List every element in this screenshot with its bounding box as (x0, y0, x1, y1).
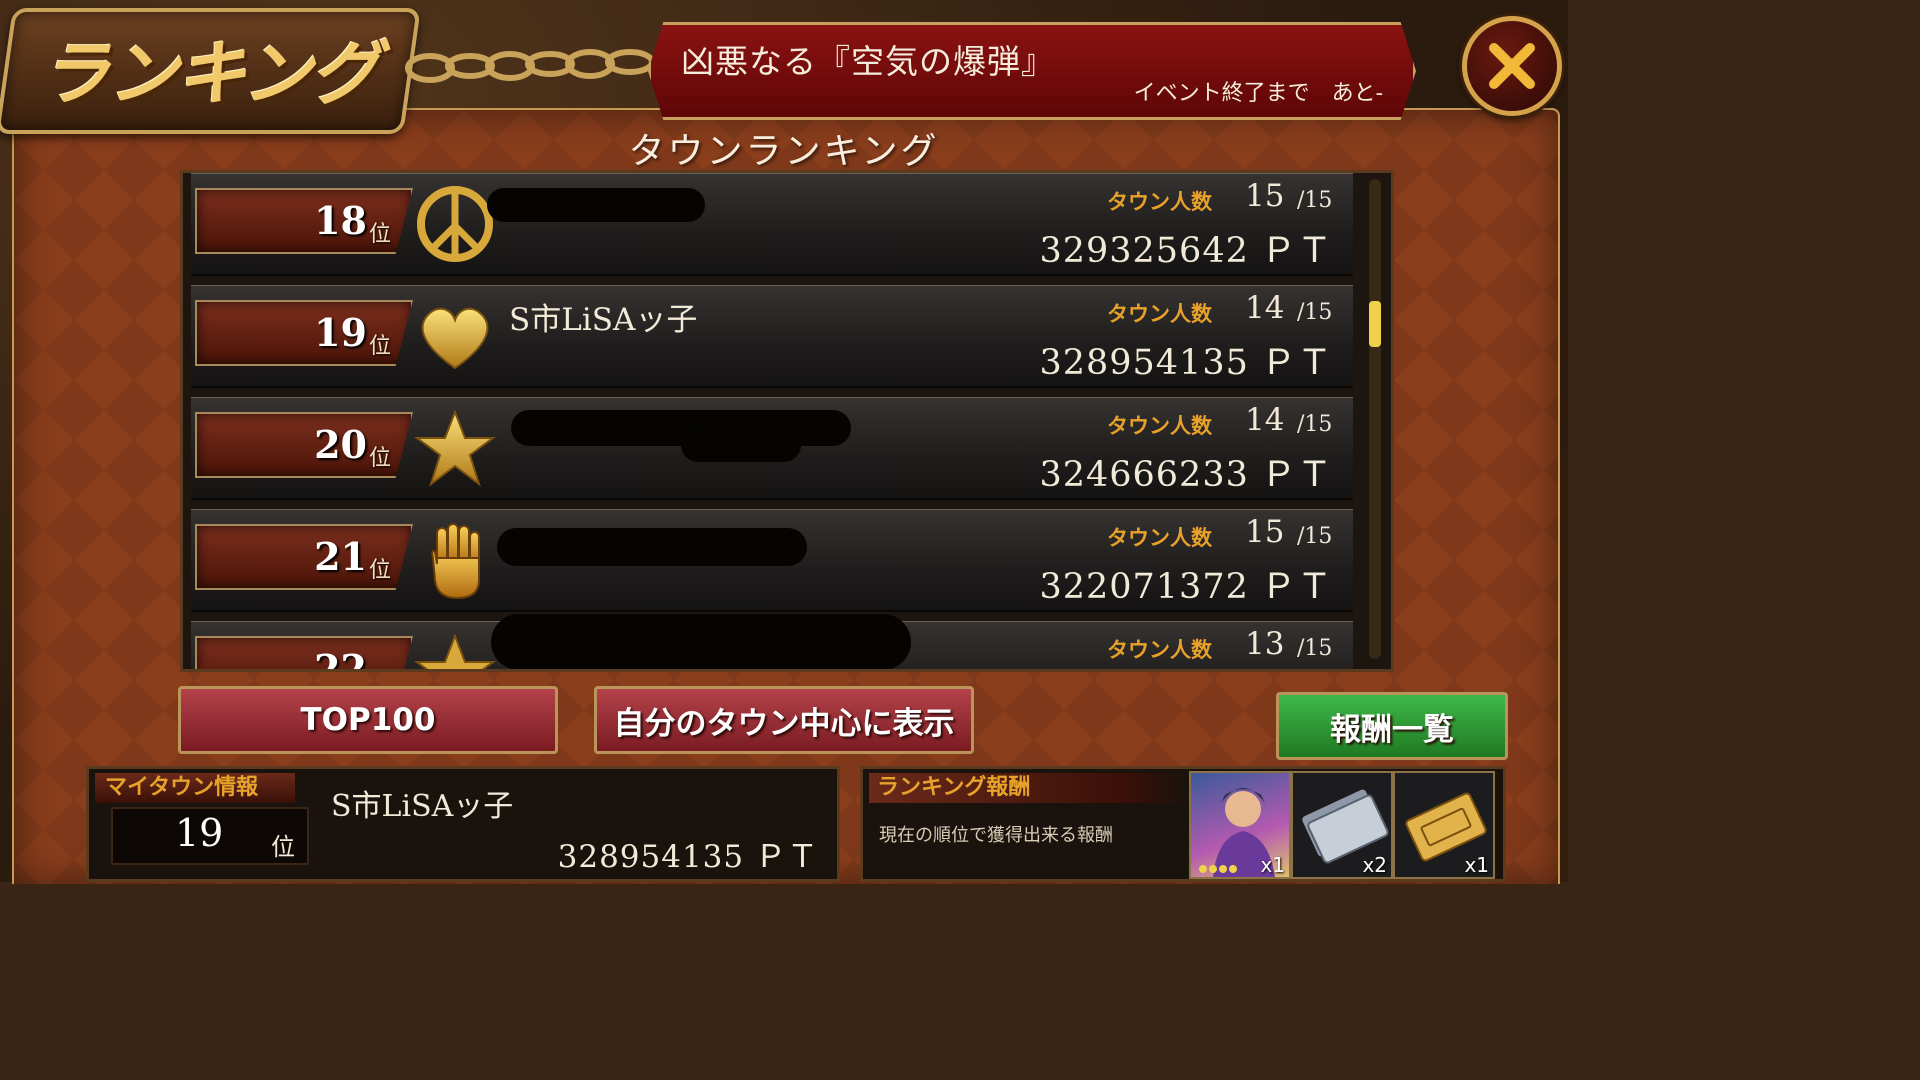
ranking-logo-text: ランキング (40, 33, 380, 115)
star-icon (413, 633, 497, 669)
close-button[interactable] (1462, 16, 1562, 116)
show-my-town-button[interactable]: 自分のタウン中心に表示 (594, 686, 974, 754)
rank-number: 18 (314, 198, 367, 243)
chain-decoration (405, 49, 655, 83)
redacted-name (487, 188, 705, 222)
rank-plate: 19 位 (195, 300, 413, 366)
population-label: タウン人数 (1107, 638, 1212, 662)
scrollbar-thumb[interactable] (1369, 301, 1381, 347)
population-label: タウン人数 (1107, 414, 1212, 438)
reward-list-button[interactable]: 報酬一覧 (1276, 692, 1508, 760)
hand-icon (431, 523, 480, 600)
population-max: /15 (1297, 524, 1333, 549)
population-max: /15 (1297, 188, 1333, 213)
event-title: 凶悪なる『空気の爆弾』 (681, 42, 1055, 81)
heart-icon (421, 307, 489, 370)
population-label: タウン人数 (1107, 190, 1212, 214)
rank-plate: 22 位 (195, 636, 413, 672)
my-town-label: マイタウン情報 (95, 773, 295, 803)
rank-suffix: 位 (368, 222, 391, 247)
ranking-row[interactable]: 21 位 タウン人数 15 /15 322071372 ＰＴ (191, 509, 1353, 612)
ranking-reward: ランキング報酬 現在の順位で獲得出来る報酬 x1 x2 x1 (860, 766, 1506, 882)
reward-quantity: x1 (1260, 853, 1285, 877)
redacted-name (491, 614, 911, 669)
rank-number: 22 (314, 646, 367, 672)
rank-number: 21 (314, 534, 367, 579)
reward-character-card[interactable]: x1 (1189, 771, 1291, 879)
ranking-reward-desc: 現在の順位で獲得出来る報酬 (879, 825, 1113, 846)
ranking-list[interactable]: 18 位 タウン人数 15 /15 329325642 ＰＴ 19 位 S市Li… (180, 170, 1394, 672)
rank-suffix: 位 (368, 334, 391, 359)
ranking-row[interactable]: 22 位 タウン人数 13 /15 (191, 614, 1353, 672)
town-points: 324666233 ＰＴ (1039, 455, 1333, 495)
rank-suffix: 位 (368, 446, 391, 471)
ranking-row[interactable]: 18 位 タウン人数 15 /15 329325642 ＰＴ (191, 173, 1353, 276)
my-town-rank-suffix: 位 (271, 833, 295, 861)
population-max: /15 (1297, 636, 1333, 661)
event-remaining-time: イベント終了まで あと- (1133, 81, 1383, 106)
town-name: S市LiSAッ子 (509, 302, 698, 338)
population-value: 15 (1245, 514, 1285, 550)
town-points: 328954135 ＰＴ (1039, 343, 1333, 383)
my-town-points: 328954135 ＰＴ (557, 839, 819, 875)
population-max: /15 (1297, 300, 1333, 325)
my-town-name: S市LiSAッ子 (331, 789, 514, 824)
my-town-rank: 19 (175, 811, 224, 855)
ranking-scrollbar[interactable] (1369, 179, 1381, 659)
population-value: 14 (1245, 290, 1285, 326)
town-points: 329325642 ＰＴ (1039, 231, 1333, 271)
rank-number: 19 (314, 310, 367, 355)
population-value: 15 (1245, 178, 1285, 214)
star-icon (413, 409, 497, 487)
rank-plate: 21 位 (195, 524, 413, 590)
population-label: タウン人数 (1107, 302, 1212, 326)
town-points: 322071372 ＰＴ (1039, 567, 1333, 607)
rank-plate: 18 位 (195, 188, 413, 254)
population-value: 14 (1245, 402, 1285, 438)
reward-silver-ticket[interactable]: x2 (1291, 771, 1393, 879)
rank-number: 20 (314, 422, 367, 467)
reward-gold-ticket[interactable]: x1 (1393, 771, 1495, 879)
rank-suffix: 位 (369, 664, 391, 669)
reward-quantity: x2 (1362, 853, 1387, 877)
rank-plate: 20 位 (195, 412, 413, 478)
event-banner: 凶悪なる『空気の爆弾』 イベント終了まで あと- (648, 22, 1416, 120)
section-title: タウンランキング (628, 131, 940, 172)
redacted-name (497, 528, 807, 566)
reward-quantity: x1 (1464, 853, 1489, 877)
my-town-rank-box: 19 位 (111, 807, 309, 865)
close-icon (1489, 43, 1535, 89)
peace-icon (417, 186, 493, 262)
population-label: タウン人数 (1107, 526, 1212, 550)
ranking-row[interactable]: 19 位 S市LiSAッ子 タウン人数 14 /15 328954135 ＰＴ (191, 285, 1353, 388)
redacted-name (681, 428, 801, 462)
top100-button[interactable]: TOP100 (178, 686, 558, 754)
ranking-row[interactable]: 20 位 タウン人数 14 /15 324666233 ＰＴ (191, 397, 1353, 500)
population-max: /15 (1297, 412, 1333, 437)
rank-suffix: 位 (368, 558, 391, 583)
population-value: 13 (1245, 626, 1285, 662)
my-town-info: マイタウン情報 19 位 S市LiSAッ子 328954135 ＰＴ (86, 766, 840, 882)
ranking-reward-label: ランキング報酬 (869, 773, 1187, 803)
